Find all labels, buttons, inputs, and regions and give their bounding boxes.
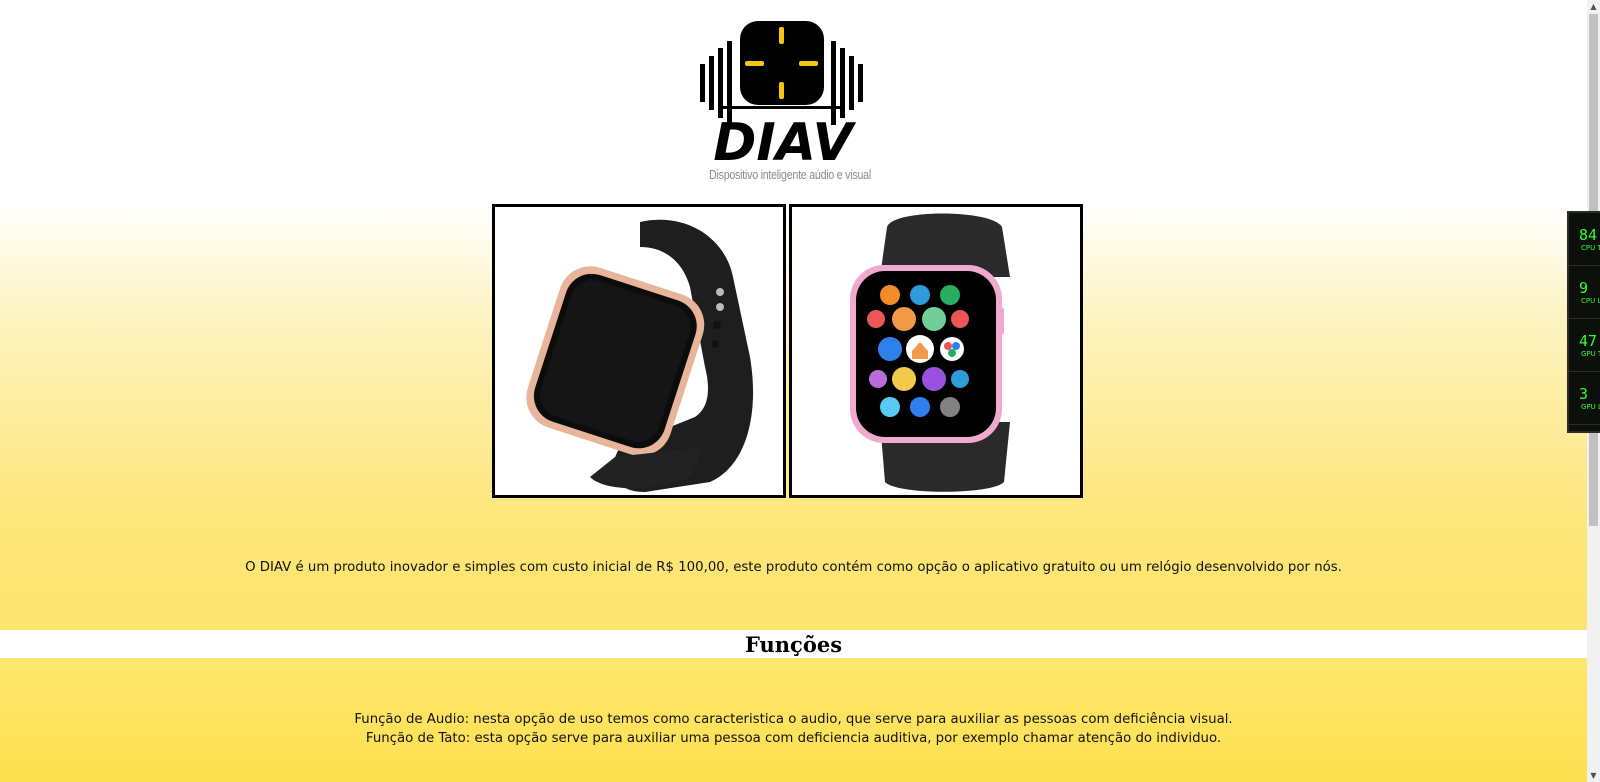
- scroll-up-icon[interactable]: ▲: [1587, 0, 1600, 13]
- product-photo-2: [789, 204, 1083, 498]
- scroll-down-icon[interactable]: ▼: [1587, 769, 1600, 782]
- product-gallery: [492, 204, 1083, 498]
- product-description: O DIAV é um produto inovador e simples c…: [245, 560, 1342, 575]
- monitor-gpu-load: 3 GPU L: [1569, 372, 1600, 425]
- function-touch-text: Função de Tato: esta opção serve para au…: [365, 731, 1222, 746]
- hero-section: DIAV Dispositivo inteligente aúdio e vis…: [0, 0, 1587, 630]
- logo-wordmark: DIAV: [713, 113, 856, 173]
- functions-heading: Funções: [0, 631, 1587, 658]
- monitor-value: 47: [1579, 332, 1598, 350]
- function-audio-text: Função de Audio: nesta opção de uso temo…: [354, 712, 1233, 727]
- monitor-label: GPU T: [1581, 350, 1600, 358]
- monitor-label: CPU L: [1581, 297, 1600, 305]
- diav-logo: DIAV: [700, 21, 863, 173]
- monitor-value: 3: [1579, 385, 1589, 403]
- page: DIAV Dispositivo inteligente aúdio e vis…: [0, 0, 1587, 782]
- monitor-label: CPU T: [1581, 244, 1600, 252]
- monitor-value: 9: [1579, 279, 1589, 297]
- monitor-cpu-load: 9 CPU L: [1569, 266, 1600, 319]
- monitor-gpu-temp: 47 GPU T: [1569, 319, 1600, 372]
- functions-section: Função de Audio: nesta opção de uso temo…: [0, 658, 1587, 782]
- monitor-label: GPU L: [1581, 403, 1600, 411]
- monitor-cpu-temp: 84 CPU T: [1569, 213, 1600, 266]
- brand-tagline: Dispositivo inteligente aúdio e visual: [709, 167, 871, 182]
- product-photo-1: [492, 204, 786, 498]
- hardware-monitor-widget[interactable]: 84 CPU T 9 CPU L 47 GPU T 3 GPU L: [1567, 211, 1600, 433]
- monitor-value: 84: [1579, 226, 1598, 244]
